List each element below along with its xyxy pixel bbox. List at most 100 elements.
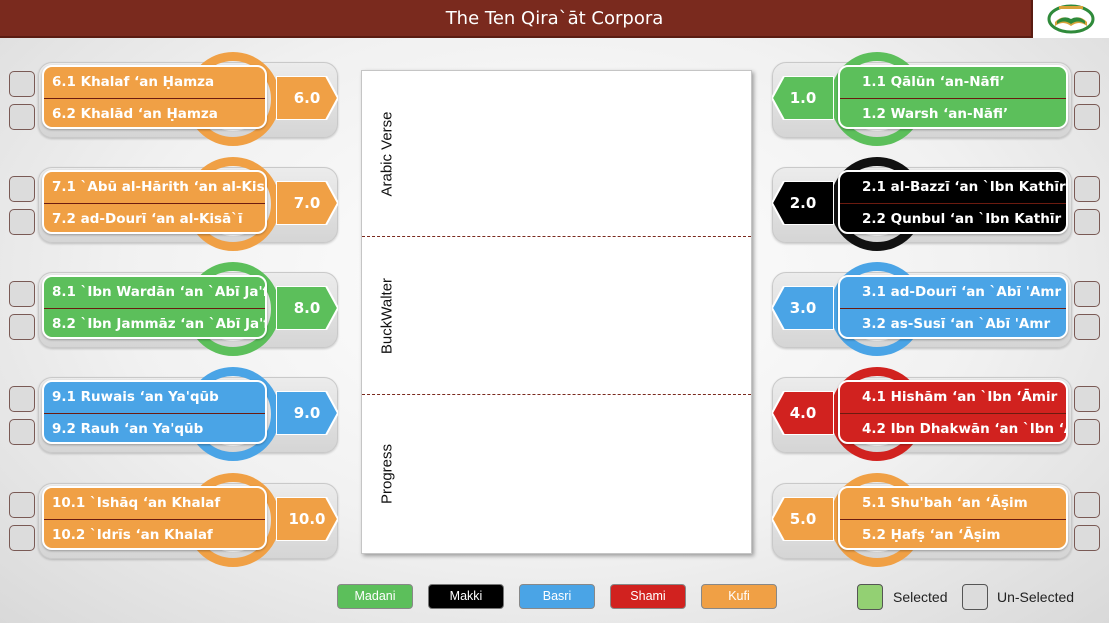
riwayat-box: 9.1 Ruwais ‘an Ya'qūb 9.2 Rauh ‘an Ya'qūb <box>42 380 267 444</box>
badge-label: 8.0 <box>293 299 321 317</box>
qiraah-panel-1-0[interactable]: 1.0 1.1 Qālūn ‘an-Nāfi’ 1.2 Warsh ‘an-Nāfi… <box>762 52 1102 146</box>
unselected-swatch <box>962 584 988 610</box>
riwayah-label[interactable]: 9.1 Ruwais ‘an Ya'qūb <box>44 382 265 413</box>
riwayah-checkbox[interactable] <box>9 281 35 307</box>
qiraah-badge-8-0[interactable]: 8.0 <box>276 286 338 330</box>
riwayah-label[interactable]: 10.1 `Ishāq ‘an Khalaf <box>44 488 265 519</box>
riwayah-checkbox[interactable] <box>1074 525 1100 551</box>
riwayah-label[interactable]: 8.1 `Ibn Wardān ‘an `Abī Ja'far <box>44 277 265 308</box>
arabic-verse-section: Arabic Verse <box>362 71 412 236</box>
riwayah-label[interactable]: 3.2 as-Susī ‘an `Abī 'Amr <box>840 309 1066 337</box>
riwayat-box: 10.1 `Ishāq ‘an Khalaf 10.2 `Idrīs ‘an Kh… <box>42 486 267 550</box>
riwayah-label[interactable]: 2.1 al-Bazzī ‘an `Ibn Kathīr <box>840 172 1066 203</box>
badge-label: 5.0 <box>789 510 817 528</box>
qiraah-badge-1-0[interactable]: 1.0 <box>772 76 834 120</box>
riwayah-checkbox[interactable] <box>9 176 35 202</box>
qiraah-badge-7-0[interactable]: 7.0 <box>276 181 338 225</box>
qiraah-panel-9-0[interactable]: 9.0 9.1 Ruwais ‘an Ya'qūb 9.2 Rauh ‘an Ya'… <box>8 367 348 461</box>
riwayah-checkbox[interactable] <box>9 419 35 445</box>
riwayah-checkbox[interactable] <box>1074 386 1100 412</box>
title-bar: The Ten Qira`āt Corpora <box>0 0 1109 38</box>
arabic-verse-label: Arabic Verse <box>378 110 396 197</box>
quran-logo-icon <box>1031 0 1109 38</box>
badge-label: 4.0 <box>789 404 817 422</box>
riwayat-box: 2.1 al-Bazzī ‘an `Ibn Kathīr 2.2 Qunbul ‘… <box>838 170 1068 234</box>
riwayah-checkbox[interactable] <box>1074 419 1100 445</box>
selected-swatch <box>857 584 883 610</box>
riwayat-box: 6.1 Khalaf ‘an Ḥamza 6.2 Khalād ‘an Ḥamza <box>42 65 267 129</box>
buckwalter-label: BuckWalter <box>378 277 396 355</box>
riwayah-checkbox[interactable] <box>1074 176 1100 202</box>
legend-madani: Madani <box>337 584 413 609</box>
riwayah-label[interactable]: 2.2 Qunbul ‘an `Ibn Kathīr <box>840 204 1066 232</box>
riwayat-box: 8.1 `Ibn Wardān ‘an `Abī Ja'far 8.2 `Ibn … <box>42 275 267 339</box>
qiraah-badge-3-0[interactable]: 3.0 <box>772 286 834 330</box>
badge-label: 10.0 <box>288 510 326 528</box>
legend-kufi: Kufi <box>701 584 777 609</box>
riwayah-checkbox[interactable] <box>1074 104 1100 130</box>
riwayat-box: 5.1 Shu'bah ‘an ‘Āṣim 5.2 Ḥafṣ ‘an ‘Āṣim <box>838 486 1068 550</box>
qiraah-badge-2-0[interactable]: 2.0 <box>772 181 834 225</box>
riwayat-box: 1.1 Qālūn ‘an-Nāfi’ 1.2 Warsh ‘an-Nāfi’ <box>838 65 1068 129</box>
display-frame: Arabic Verse BuckWalter Progress <box>361 70 752 554</box>
riwayah-label[interactable]: 7.1 `Abū al-Hārith ‘an al-Kisā`ī <box>44 172 265 203</box>
qiraah-panel-8-0[interactable]: 8.0 8.1 `Ibn Wardān ‘an `Abī Ja'far 8.2 `I… <box>8 262 348 356</box>
riwayah-checkbox[interactable] <box>9 71 35 97</box>
riwayah-label[interactable]: 4.1 Hishām ‘an `Ibn ‘Āmir <box>840 382 1066 413</box>
riwayah-label[interactable]: 10.2 `Idrīs ‘an Khalaf <box>44 520 265 548</box>
badge-label: 3.0 <box>789 299 817 317</box>
riwayat-box: 7.1 `Abū al-Hārith ‘an al-Kisā`ī 7.2 ad-D… <box>42 170 267 234</box>
section-divider <box>362 236 751 237</box>
riwayah-label[interactable]: 5.2 Ḥafṣ ‘an ‘Āṣim <box>840 520 1066 548</box>
section-divider <box>362 394 751 395</box>
badge-label: 6.0 <box>293 89 321 107</box>
qiraah-badge-10-0[interactable]: 10.0 <box>276 497 338 541</box>
qiraah-panel-2-0[interactable]: 2.0 2.1 al-Bazzī ‘an `Ibn Kathīr 2.2 Qunbu… <box>762 157 1102 251</box>
qiraah-panel-6-0[interactable]: 6.0 6.1 Khalaf ‘an Ḥamza 6.2 Khalād ‘an Ḥa… <box>8 52 348 146</box>
qiraah-panel-4-0[interactable]: 4.0 4.1 Hishām ‘an `Ibn ‘Āmir 4.2 Ibn Dhak… <box>762 367 1102 461</box>
legend-shami: Shami <box>610 584 686 609</box>
riwayah-label[interactable]: 7.2 ad-Dourī ‘an al-Kisā`ī <box>44 204 265 232</box>
badge-label: 2.0 <box>789 194 817 212</box>
legend-makki: Makki <box>428 584 504 609</box>
app-title: The Ten Qira`āt Corpora <box>445 8 664 29</box>
unselected-label: Un-Selected <box>997 589 1075 605</box>
qiraah-panel-3-0[interactable]: 3.0 3.1 ad-Dourī ‘an `Abī 'Amr 3.2 as-Susī… <box>762 262 1102 356</box>
selected-label: Selected <box>893 589 948 605</box>
legend-basri: Basri <box>519 584 595 609</box>
qiraah-panel-10-0[interactable]: 10.0 10.1 `Ishāq ‘an Khalaf 10.2 `Idrīs ‘a… <box>8 473 348 567</box>
qiraah-panel-5-0[interactable]: 5.0 5.1 Shu'bah ‘an ‘Āṣim 5.2 Ḥafṣ ‘an ‘Āṣ… <box>762 473 1102 567</box>
riwayah-label[interactable]: 4.2 Ibn Dhakwān ‘an `Ibn ‘Āmir <box>840 414 1066 442</box>
qiraah-panel-7-0[interactable]: 7.0 7.1 `Abū al-Hārith ‘an al-Kisā`ī 7.2 a… <box>8 157 348 251</box>
progress-section: Progress <box>362 395 412 553</box>
riwayah-checkbox[interactable] <box>9 104 35 130</box>
riwayah-checkbox[interactable] <box>9 314 35 340</box>
progress-label: Progress <box>378 443 396 505</box>
riwayah-checkbox[interactable] <box>9 492 35 518</box>
riwayah-label[interactable]: 8.2 `Ibn Jammāz ‘an `Abī Ja'far <box>44 309 265 337</box>
riwayah-checkbox[interactable] <box>9 386 35 412</box>
riwayat-box: 4.1 Hishām ‘an `Ibn ‘Āmir 4.2 Ibn Dhakwān… <box>838 380 1068 444</box>
riwayah-label[interactable]: 3.1 ad-Dourī ‘an `Abī 'Amr <box>840 277 1066 308</box>
qiraah-badge-5-0[interactable]: 5.0 <box>772 497 834 541</box>
qiraah-badge-4-0[interactable]: 4.0 <box>772 391 834 435</box>
badge-label: 9.0 <box>293 404 321 422</box>
riwayah-label[interactable]: 6.2 Khalād ‘an Ḥamza <box>44 99 265 127</box>
qiraah-badge-9-0[interactable]: 9.0 <box>276 391 338 435</box>
riwayah-checkbox[interactable] <box>1074 492 1100 518</box>
qiraah-badge-6-0[interactable]: 6.0 <box>276 76 338 120</box>
badge-label: 1.0 <box>789 89 817 107</box>
riwayat-box: 3.1 ad-Dourī ‘an `Abī 'Amr 3.2 as-Susī ‘a… <box>838 275 1068 339</box>
riwayah-label[interactable]: 5.1 Shu'bah ‘an ‘Āṣim <box>840 488 1066 519</box>
riwayah-checkbox[interactable] <box>1074 314 1100 340</box>
riwayah-label[interactable]: 9.2 Rauh ‘an Ya'qūb <box>44 414 265 442</box>
riwayah-label[interactable]: 1.1 Qālūn ‘an-Nāfi’ <box>840 67 1066 98</box>
riwayah-label[interactable]: 1.2 Warsh ‘an-Nāfi’ <box>840 99 1066 127</box>
buckwalter-section: BuckWalter <box>362 237 412 395</box>
riwayah-label[interactable]: 6.1 Khalaf ‘an Ḥamza <box>44 67 265 98</box>
riwayah-checkbox[interactable] <box>1074 209 1100 235</box>
riwayah-checkbox[interactable] <box>9 525 35 551</box>
riwayah-checkbox[interactable] <box>1074 281 1100 307</box>
riwayah-checkbox[interactable] <box>1074 71 1100 97</box>
riwayah-checkbox[interactable] <box>9 209 35 235</box>
